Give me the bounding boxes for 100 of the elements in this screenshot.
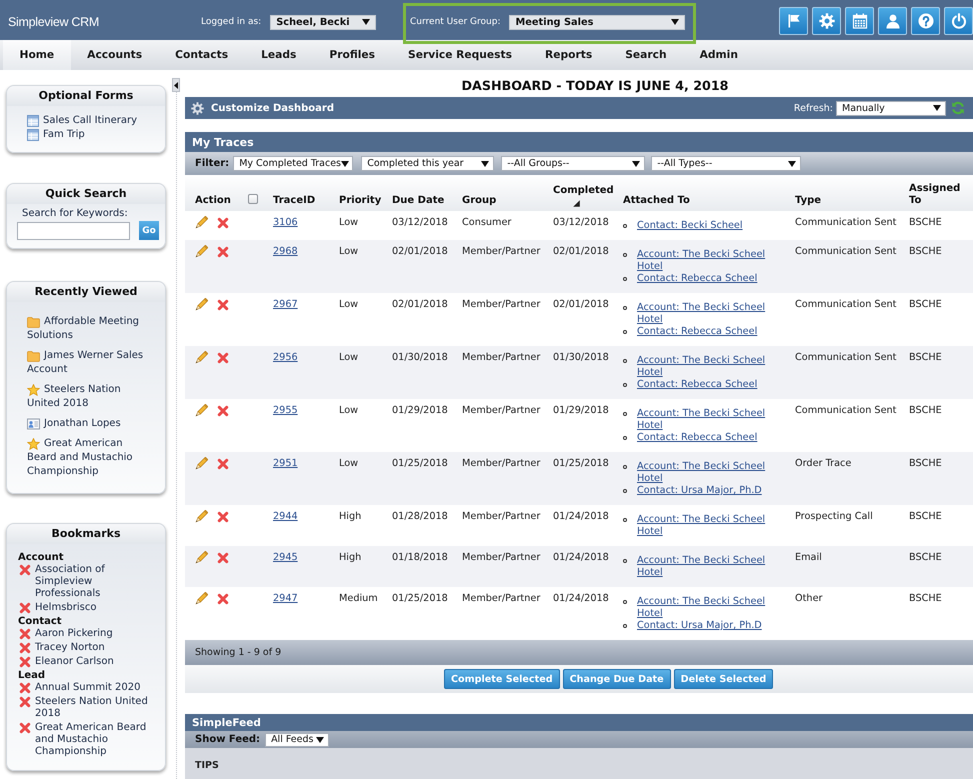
attached-link[interactable]: Account: The Becki Scheel Hotel xyxy=(637,249,777,273)
attached-link[interactable]: Contact: Rebecca Scheel xyxy=(637,432,758,444)
form-link[interactable]: Sales Call Itinerary xyxy=(27,114,159,128)
nav-tab[interactable]: Home xyxy=(3,40,71,70)
column-header[interactable]: Priority xyxy=(339,195,382,207)
cross-icon[interactable] xyxy=(19,696,31,708)
refresh-icon[interactable] xyxy=(951,101,965,115)
trace-id-link[interactable]: 2944 xyxy=(273,511,298,522)
attached-link[interactable]: Account: The Becki Scheel Hotel xyxy=(637,555,777,579)
select-all-checkbox[interactable] xyxy=(248,194,258,204)
nav-tab[interactable]: Accounts xyxy=(70,40,159,70)
attached-link[interactable]: Contact: Ursa Major, Ph.D xyxy=(637,485,762,497)
attached-link[interactable]: Account: The Becki Scheel Hotel xyxy=(637,355,777,379)
cross-icon[interactable] xyxy=(217,552,229,564)
filter-select[interactable]: --All Groups-- xyxy=(501,156,646,171)
recent-item[interactable]: Steelers Nation United 2018 xyxy=(27,383,151,411)
column-header[interactable]: Assigned To xyxy=(909,183,973,207)
power-button[interactable] xyxy=(944,7,973,35)
cross-icon[interactable] xyxy=(19,642,31,654)
bookmark-link[interactable]: Helmsbrisco xyxy=(35,602,96,614)
attached-link[interactable]: Contact: Ursa Major, Ph.D xyxy=(637,620,762,632)
bookmark-link[interactable]: Association of Simpleview Professionals xyxy=(35,564,153,600)
cross-icon[interactable] xyxy=(19,682,31,694)
bookmark-link[interactable]: Great American Beard and Mustachio Championship xyxy=(35,722,153,758)
flag-button[interactable] xyxy=(779,7,808,35)
pencil-icon[interactable] xyxy=(194,298,208,312)
cross-icon[interactable] xyxy=(19,722,31,734)
pencil-icon[interactable] xyxy=(194,457,208,471)
pencil-icon[interactable] xyxy=(194,351,208,365)
filter-select[interactable]: --All Types-- xyxy=(651,156,802,171)
trace-id-link[interactable]: 2947 xyxy=(273,593,298,604)
nav-tab[interactable]: Reports xyxy=(528,40,609,70)
nav-tab[interactable]: Contacts xyxy=(158,40,245,70)
refresh-select[interactable]: Manually xyxy=(836,100,946,116)
trace-id-link[interactable]: 2945 xyxy=(273,552,298,563)
pencil-icon[interactable] xyxy=(194,216,208,230)
feed-select[interactable]: All Feeds xyxy=(265,732,330,746)
bookmark-link[interactable]: Eleanor Carlson xyxy=(35,656,114,668)
user-select[interactable]: Scheel, Becki xyxy=(270,14,376,30)
attached-link[interactable]: Account: The Becki Scheel Hotel xyxy=(637,408,777,432)
cross-icon[interactable] xyxy=(217,217,229,229)
bookmark-link[interactable]: Tracey Norton xyxy=(35,642,105,654)
trace-id-link[interactable]: 2956 xyxy=(273,352,298,363)
cross-icon[interactable] xyxy=(217,405,229,417)
filter-select[interactable]: Completed this year xyxy=(361,156,494,171)
cross-icon[interactable] xyxy=(19,656,31,668)
pencil-icon[interactable] xyxy=(194,551,208,565)
trace-id-link[interactable]: 2951 xyxy=(273,458,298,469)
person-button[interactable] xyxy=(878,7,907,35)
column-header[interactable]: Due Date xyxy=(392,195,444,207)
attached-link[interactable]: Account: The Becki Scheel Hotel xyxy=(637,302,777,326)
calendar-button[interactable] xyxy=(845,7,874,35)
trace-id-link[interactable]: 2967 xyxy=(273,299,298,310)
pencil-icon[interactable] xyxy=(194,510,208,524)
collapse-button[interactable] xyxy=(172,78,180,92)
recent-item[interactable]: Affordable Meeting Solutions xyxy=(27,315,151,343)
trace-id-link[interactable]: 2955 xyxy=(273,405,298,416)
column-header[interactable]: Completed xyxy=(553,185,614,207)
column-header[interactable]: TraceID xyxy=(273,195,316,207)
pencil-icon[interactable] xyxy=(194,592,208,606)
cross-icon[interactable] xyxy=(19,628,31,640)
cross-icon[interactable] xyxy=(19,564,31,576)
column-header[interactable]: Type xyxy=(795,195,822,207)
filter-select[interactable]: My Completed Traces xyxy=(233,156,354,171)
customize-button[interactable]: Customize Dashboard xyxy=(191,102,334,114)
recent-item[interactable]: Great American Beard and Mustachio Championship xyxy=(27,437,151,479)
bookmark-link[interactable]: Steelers Nation United 2018 xyxy=(35,696,153,720)
nav-tab[interactable]: Profiles xyxy=(312,40,392,70)
attached-link[interactable]: Contact: Rebecca Scheel xyxy=(637,273,758,285)
attached-link[interactable]: Account: The Becki Scheel Hotel xyxy=(637,514,777,538)
recent-item[interactable]: Jonathan Lopes xyxy=(27,417,151,431)
search-field[interactable] xyxy=(17,222,130,240)
trace-id-link[interactable]: 2968 xyxy=(273,246,298,257)
form-link[interactable]: Fam Trip xyxy=(27,128,159,142)
user-group-select[interactable]: Meeting Sales xyxy=(509,14,686,30)
cross-icon[interactable] xyxy=(217,246,229,258)
nav-tab[interactable]: Admin xyxy=(683,40,754,70)
cross-icon[interactable] xyxy=(217,458,229,470)
cross-icon[interactable] xyxy=(217,593,229,605)
attached-link[interactable]: Contact: Rebecca Scheel xyxy=(637,326,758,338)
attached-link[interactable]: Contact: Rebecca Scheel xyxy=(637,379,758,391)
bookmark-link[interactable]: Annual Summit 2020 xyxy=(35,682,140,694)
pencil-icon[interactable] xyxy=(194,404,208,418)
cross-icon[interactable] xyxy=(217,352,229,364)
settings-button[interactable] xyxy=(812,7,841,35)
attached-link[interactable]: Account: The Becki Scheel Hotel xyxy=(637,596,777,620)
cross-icon[interactable] xyxy=(217,299,229,311)
nav-tab[interactable]: Leads xyxy=(244,40,313,70)
column-header[interactable]: Attached To xyxy=(623,195,690,207)
recent-item[interactable]: James Werner Sales Account xyxy=(27,349,151,377)
bookmark-link[interactable]: Aaron Pickering xyxy=(35,628,113,640)
trace-id-link[interactable]: 3106 xyxy=(273,217,298,228)
cross-icon[interactable] xyxy=(19,602,31,614)
help-button[interactable] xyxy=(911,7,940,35)
column-header[interactable]: Action xyxy=(195,195,231,207)
attached-link[interactable]: Account: The Becki Scheel Hotel xyxy=(637,461,777,485)
attached-link[interactable]: Contact: Becki Scheel xyxy=(637,220,743,232)
nav-tab[interactable]: Service Requests xyxy=(392,40,528,70)
pencil-icon[interactable] xyxy=(194,245,208,259)
column-header[interactable]: Group xyxy=(462,195,496,207)
